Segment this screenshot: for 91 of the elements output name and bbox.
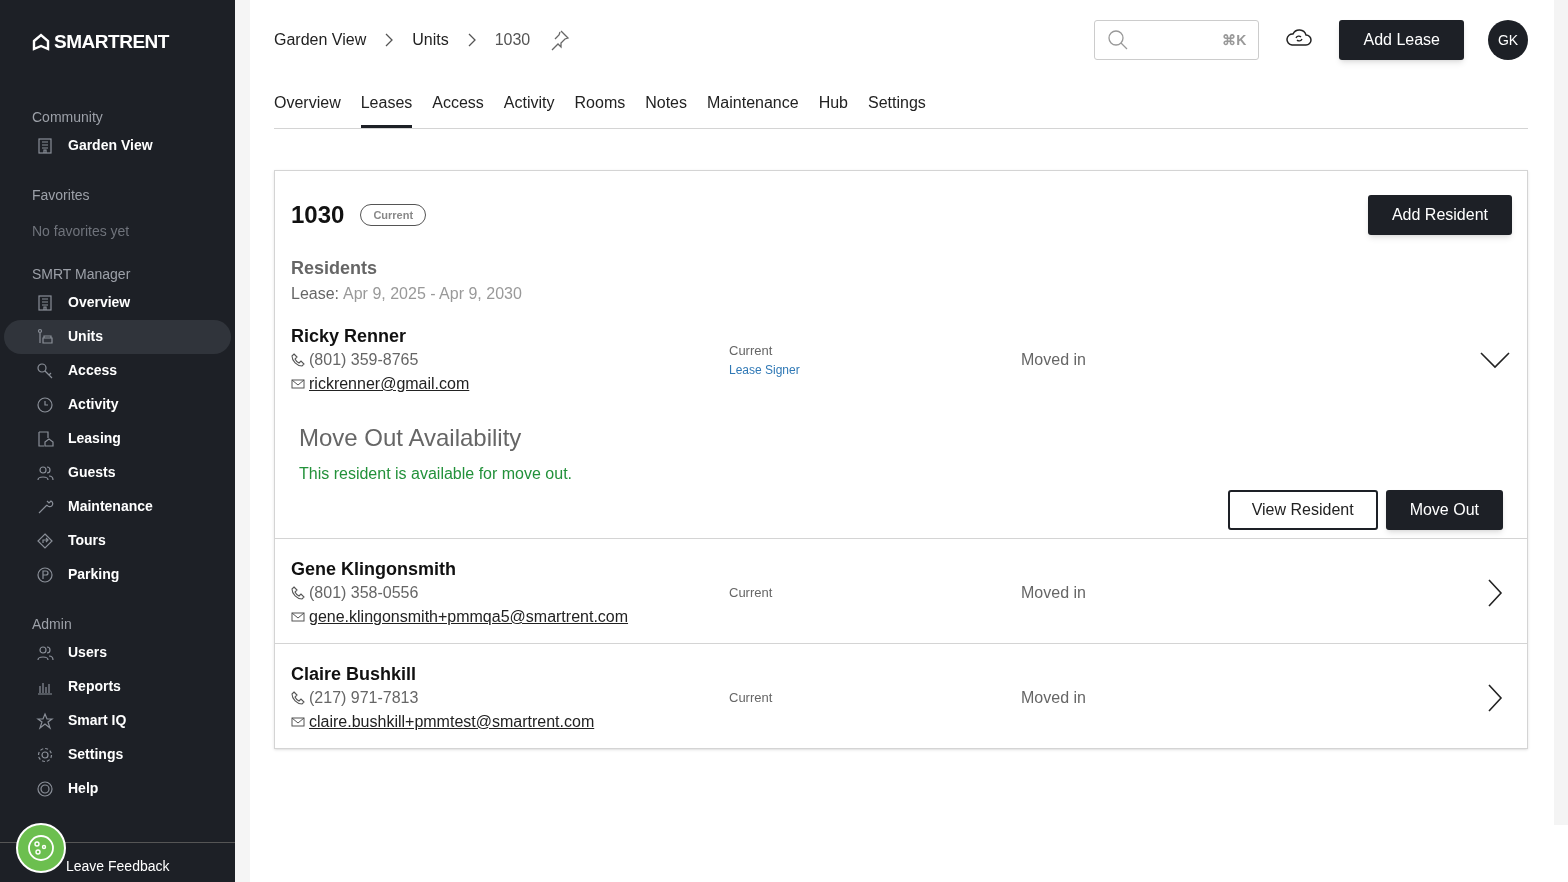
availability-message: This resident is available for move out. (299, 464, 573, 484)
sidebar-item[interactable]: Leasing (4, 421, 231, 456)
move-status: Moved in (1021, 688, 1087, 708)
breadcrumb-link[interactable]: Garden View (274, 28, 367, 52)
sidebar-item[interactable]: Tours (4, 523, 231, 558)
building-icon (36, 136, 54, 155)
resident-role: Lease Signer (729, 361, 801, 379)
section-heading: Residents (290, 257, 379, 280)
feedback-link[interactable]: Leave Feedback (66, 856, 170, 877)
section-heading: Community (31, 107, 104, 127)
sidebar-item[interactable]: Guests (4, 455, 231, 490)
breadcrumb-link[interactable]: Units (412, 28, 449, 52)
move-status: Moved in (1021, 583, 1087, 603)
resident-status: Current (729, 342, 774, 361)
help-icon (36, 779, 54, 798)
tab[interactable]: Leases (360, 91, 413, 128)
breadcrumb-current: 1030 (494, 30, 531, 50)
cookie-button[interactable] (16, 823, 66, 873)
logo: SMARTRENT (54, 30, 169, 54)
envelope-icon (291, 716, 305, 728)
resident-status: Current (729, 689, 774, 708)
tab[interactable]: Notes (645, 91, 687, 128)
tab[interactable]: Maintenance (707, 91, 799, 128)
person-sofa-icon (36, 327, 54, 346)
house-logo-icon (32, 33, 50, 52)
key-icon (36, 361, 54, 380)
phone-number: (801) 358-0556 (309, 583, 419, 603)
tab[interactable]: Activity (503, 91, 555, 128)
move-out-button[interactable]: Move Out (1385, 490, 1503, 530)
star-icon (36, 711, 54, 730)
section-heading: Admin (31, 614, 73, 634)
section-heading: SMRT Manager (31, 264, 132, 284)
resident-name: Ricky Renner (291, 325, 408, 348)
phone-number: (801) 359-8765 (309, 350, 419, 370)
empty-text: No favorites yet (31, 221, 131, 241)
sidebar-item[interactable]: Maintenance (4, 489, 231, 524)
tab[interactable]: Settings (868, 91, 926, 128)
avatar[interactable]: GK (1488, 20, 1528, 60)
cookie-icon (26, 833, 56, 863)
chevron-right-icon[interactable] (1487, 684, 1503, 712)
resident-name: Claire Bushkill (291, 663, 418, 686)
building-icon (36, 293, 54, 312)
chevron-down-icon[interactable] (1480, 351, 1510, 369)
chevron-right-icon[interactable] (1487, 579, 1503, 607)
email-link[interactable]: rickrenner@gmail.com (309, 372, 470, 396)
unit-number: 1030 (291, 200, 345, 230)
sidebar-item[interactable]: Help (4, 771, 231, 806)
sidebar-item[interactable]: Garden View (4, 128, 231, 163)
chevron-right-icon (466, 33, 477, 47)
resident-name: Gene Klingonsmith (291, 558, 457, 581)
tab[interactable]: Access (432, 91, 484, 128)
phone-icon (291, 353, 305, 367)
clock-icon (36, 395, 54, 414)
sidebar-item[interactable]: Users (4, 635, 231, 670)
phone-icon (291, 691, 305, 705)
shortcut-hint: ⌘K (1222, 30, 1247, 50)
sidebar-item[interactable]: Reports (4, 669, 231, 704)
people-icon (36, 643, 54, 662)
lease-label: Lease: (291, 284, 340, 304)
section-heading: Favorites (31, 185, 91, 205)
sidebar-item[interactable]: Activity (4, 387, 231, 422)
direction-sign-icon (36, 531, 54, 550)
add-lease-button[interactable]: Add Lease (1339, 20, 1464, 60)
tab[interactable]: Overview (274, 91, 341, 128)
sidebar-item[interactable]: Units (4, 319, 231, 354)
cloud-sync-icon (1285, 26, 1314, 48)
parking-icon (36, 565, 54, 584)
phone-number: (217) 971-7813 (309, 688, 419, 708)
sidebar-item[interactable]: Parking (4, 557, 231, 592)
view-resident-button[interactable]: View Resident (1227, 490, 1378, 530)
envelope-icon (291, 378, 305, 390)
email-link[interactable]: gene.klingonsmith+pmmqa5@smartrent.com (309, 605, 629, 629)
settings-icon (36, 745, 54, 764)
document-house-icon (36, 429, 54, 448)
chevron-right-icon (384, 33, 395, 47)
envelope-icon (291, 611, 305, 623)
section-heading: Move Out Availability (299, 423, 523, 453)
search-icon (1107, 29, 1130, 51)
sidebar-item[interactable]: Settings (4, 737, 231, 772)
sidebar-item[interactable]: Overview (4, 285, 231, 320)
tab[interactable]: Rooms (574, 91, 626, 128)
resident-status: Current (729, 584, 774, 603)
tab[interactable]: Hub (818, 91, 848, 128)
move-status: Moved in (1021, 350, 1087, 370)
email-link[interactable]: claire.bushkill+pmmtest@smartrent.com (309, 710, 595, 734)
phone-icon (291, 586, 305, 600)
lease-dates: Apr 9, 2025 - Apr 9, 2030 (343, 284, 522, 304)
add-resident-button[interactable]: Add Resident (1367, 195, 1512, 235)
sidebar-item[interactable]: Access (4, 353, 231, 388)
sidebar-item[interactable]: Smart IQ (4, 703, 231, 738)
people-icon (36, 463, 54, 482)
